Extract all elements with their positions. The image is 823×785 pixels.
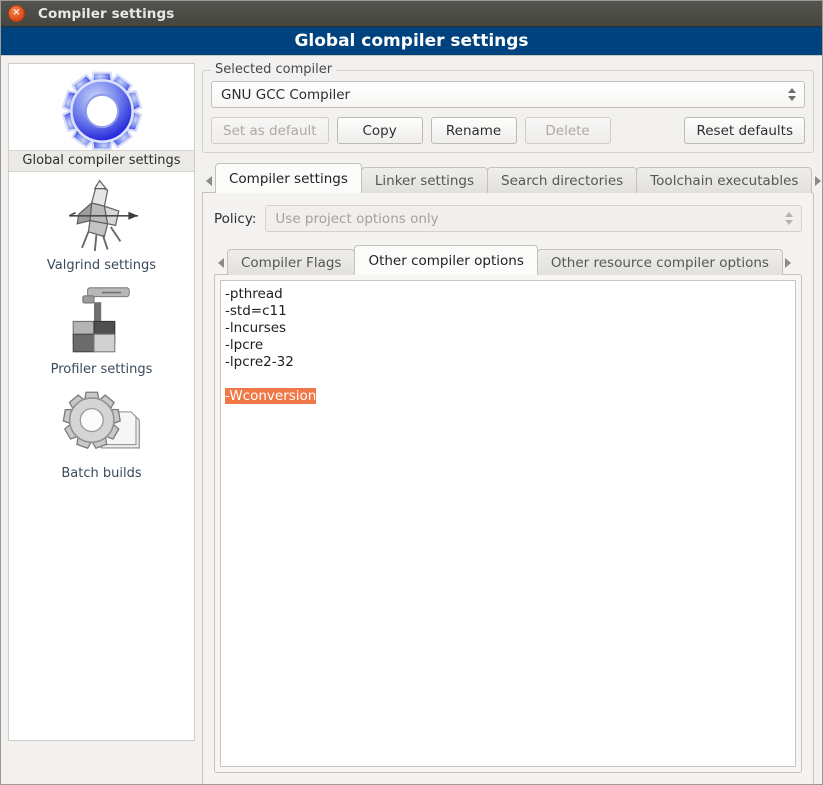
tab-search-directories[interactable]: Search directories bbox=[487, 167, 637, 193]
chevron-right-icon[interactable] bbox=[811, 169, 823, 193]
profiler-crane-icon bbox=[61, 282, 143, 360]
copy-button[interactable]: Copy bbox=[337, 117, 423, 144]
selected-text: -Wconversion bbox=[225, 388, 316, 404]
chevron-right-icon[interactable] bbox=[782, 251, 795, 275]
editor-line-blank bbox=[225, 371, 791, 388]
selected-compiler-group: Selected compiler GNU GCC Compiler Set a… bbox=[202, 70, 814, 153]
sidebar-item-profiler-settings[interactable]: Profiler settings bbox=[9, 278, 194, 382]
tab-compiler-settings[interactable]: Compiler settings bbox=[215, 163, 362, 193]
page-title: Global compiler settings bbox=[294, 31, 528, 51]
editor-line: -std=c11 bbox=[225, 303, 791, 320]
policy-row: Policy: Use project options only bbox=[214, 205, 802, 232]
compiler-select[interactable]: GNU GCC Compiler bbox=[211, 81, 805, 108]
compiler-settings-window: ✕ Compiler settings Global compiler sett… bbox=[0, 0, 823, 785]
tab-other-compiler-options[interactable]: Other compiler options bbox=[354, 245, 537, 275]
compiler-actions: Set as default Copy Rename Delete Reset … bbox=[211, 117, 805, 144]
other-compiler-options-textarea[interactable]: -pthread -std=c11 -lncurses -lpcre -lpcr… bbox=[220, 280, 796, 767]
chevron-left-icon[interactable] bbox=[202, 169, 215, 193]
settings-tabbar: Compiler settings Linker settings Search… bbox=[202, 163, 814, 193]
editor-line-selected: -Wconversion bbox=[225, 388, 791, 405]
selected-compiler-label: Selected compiler bbox=[211, 62, 336, 77]
rename-button[interactable]: Rename bbox=[431, 117, 517, 144]
sidebar-item-valgrind-settings[interactable]: Valgrind settings bbox=[9, 174, 194, 278]
page-title-banner: Global compiler settings bbox=[1, 27, 822, 56]
sidebar-item-label: Profiler settings bbox=[9, 360, 194, 380]
window-titlebar: ✕ Compiler settings bbox=[1, 1, 822, 27]
chevron-updown-icon[interactable] bbox=[783, 206, 799, 231]
editor-line: -lpcre2-32 bbox=[225, 354, 791, 371]
sidebar-item-label: Global compiler settings bbox=[9, 150, 194, 172]
other-compiler-options-panel: -pthread -std=c11 -lncurses -lpcre -lpcr… bbox=[214, 274, 802, 773]
sidebar-item-label: Valgrind settings bbox=[9, 256, 194, 276]
settings-pane: Selected compiler GNU GCC Compiler Set a… bbox=[199, 56, 822, 785]
policy-select[interactable]: Use project options only bbox=[265, 205, 802, 232]
window-title: Compiler settings bbox=[38, 6, 174, 22]
sidebar-item-global-compiler-settings[interactable]: Global compiler settings bbox=[9, 68, 194, 174]
sidebar-item-batch-builds[interactable]: Batch builds bbox=[9, 382, 194, 486]
close-icon[interactable]: ✕ bbox=[8, 5, 25, 22]
reset-defaults-button[interactable]: Reset defaults bbox=[684, 117, 805, 144]
sidebar-item-label: Batch builds bbox=[9, 464, 194, 484]
settings-category-list[interactable]: Global compiler settings bbox=[8, 63, 195, 741]
editor-line: -pthread bbox=[225, 286, 791, 303]
valgrind-dragon-icon bbox=[58, 178, 146, 256]
dialog-body: Global compiler settings bbox=[1, 56, 822, 785]
tab-compiler-flags[interactable]: Compiler Flags bbox=[227, 249, 355, 275]
compiler-select-value: GNU GCC Compiler bbox=[221, 87, 786, 103]
settings-tabwidget: Compiler settings Linker settings Search… bbox=[202, 163, 814, 785]
blue-gear-icon bbox=[59, 72, 145, 150]
sidebar-container: Global compiler settings bbox=[1, 56, 199, 785]
delete-button[interactable]: Delete bbox=[525, 117, 611, 144]
editor-line: -lpcre bbox=[225, 337, 791, 354]
chevron-updown-icon[interactable] bbox=[786, 82, 802, 107]
editor-line: -lncurses bbox=[225, 320, 791, 337]
tab-other-resource-compiler-options[interactable]: Other resource compiler options bbox=[537, 249, 783, 275]
tab-linker-settings[interactable]: Linker settings bbox=[361, 167, 488, 193]
compiler-options-tabwidget: Compiler Flags Other compiler options Ot… bbox=[214, 245, 802, 773]
set-as-default-button[interactable]: Set as default bbox=[211, 117, 329, 144]
chevron-left-icon[interactable] bbox=[214, 251, 227, 275]
tab-toolchain-executables[interactable]: Toolchain executables bbox=[636, 167, 812, 193]
compiler-options-tabbar: Compiler Flags Other compiler options Ot… bbox=[214, 245, 802, 275]
policy-label: Policy: bbox=[214, 211, 256, 227]
compiler-settings-panel: Policy: Use project options only Comp bbox=[202, 192, 814, 785]
gear-stack-icon bbox=[59, 386, 145, 464]
policy-select-value: Use project options only bbox=[275, 211, 783, 227]
